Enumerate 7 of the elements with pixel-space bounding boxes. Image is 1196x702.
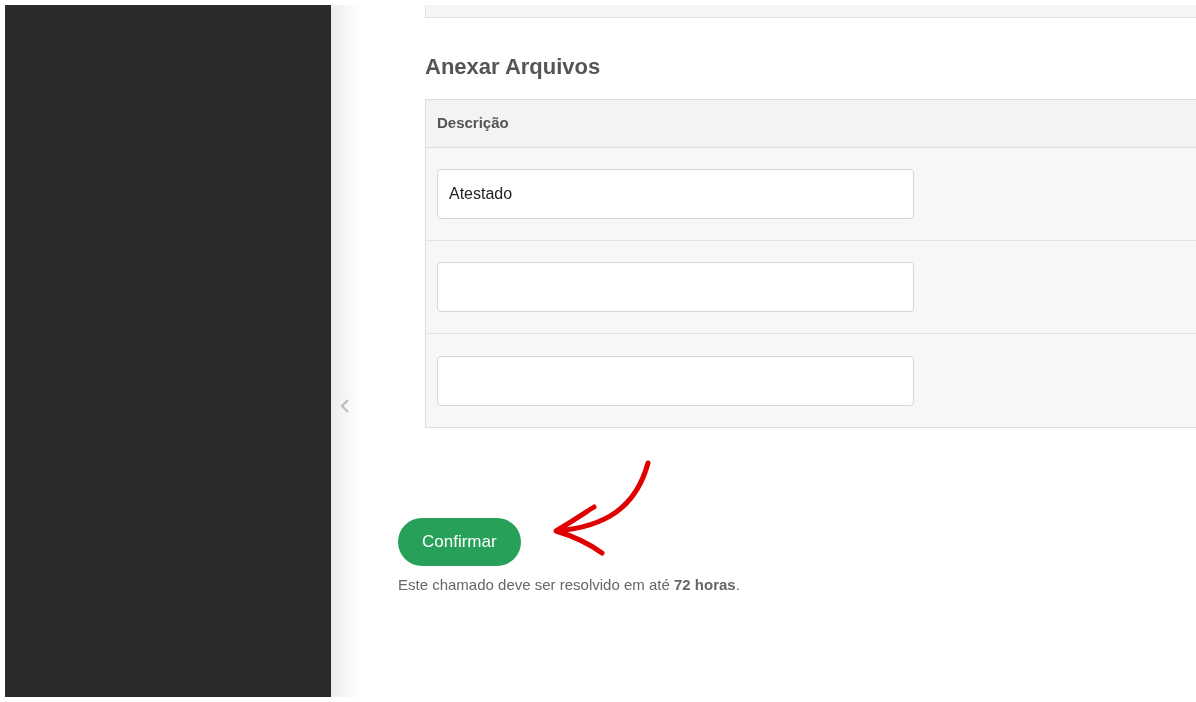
column-header: Descrição bbox=[437, 113, 509, 134]
deadline-note: Este chamado deve ser resolvido em até 72 horas. bbox=[398, 575, 740, 595]
description-field[interactable] bbox=[437, 262, 914, 312]
description-field[interactable] bbox=[437, 355, 914, 406]
section-title: Anexar Arquivos bbox=[425, 54, 602, 80]
description-field[interactable]: Atestado bbox=[437, 169, 914, 219]
chevron-left-icon[interactable] bbox=[340, 398, 350, 414]
